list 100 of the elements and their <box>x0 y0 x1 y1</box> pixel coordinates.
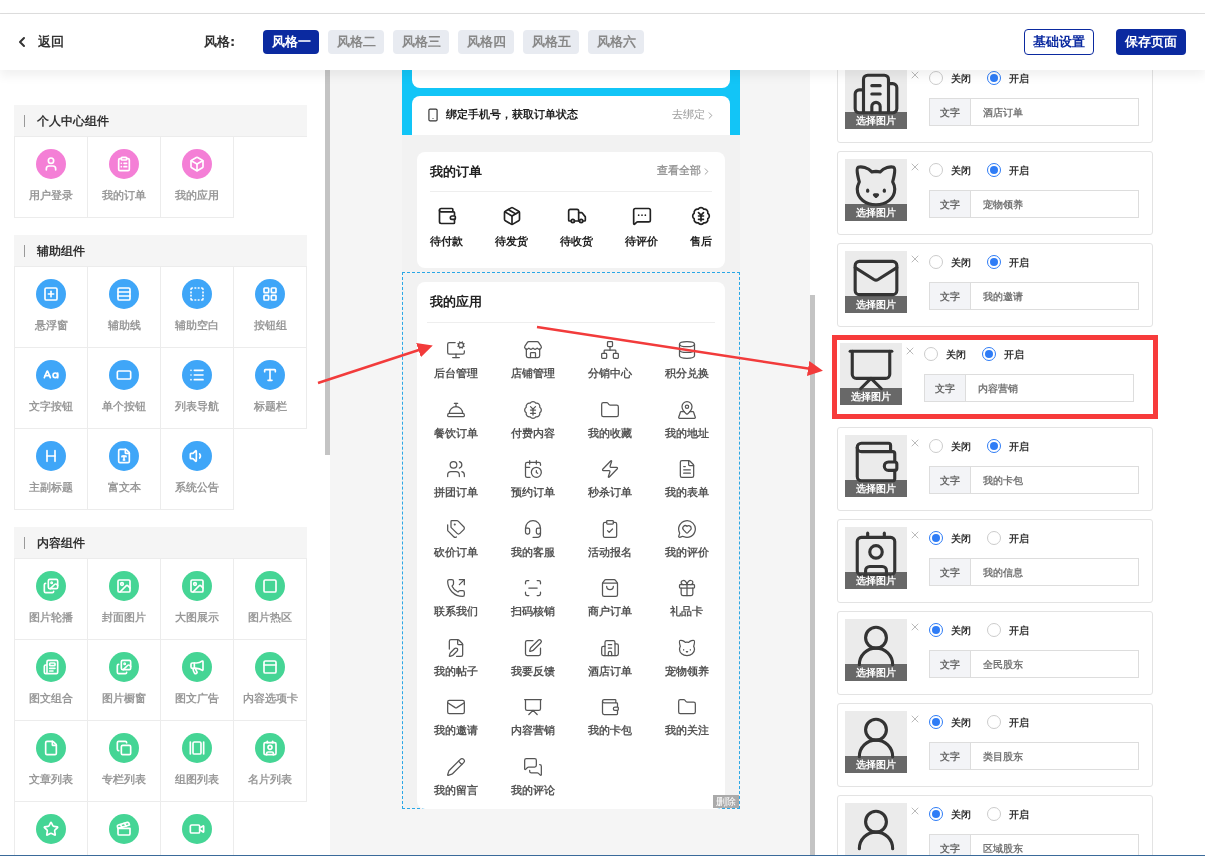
component-tile[interactable]: 专栏列表 <box>88 721 161 802</box>
app-label[interactable]: 我要反馈 <box>510 663 555 680</box>
component-tile[interactable]: 辅助线 <box>88 267 161 348</box>
app-label[interactable]: 礼品卡 <box>670 604 703 621</box>
text-field[interactable]: 文字 我的信息 <box>929 558 1139 586</box>
app-label[interactable]: 我的评价 <box>664 544 709 561</box>
component-tile[interactable]: 用户登录 <box>15 137 88 218</box>
app-label[interactable]: 秒杀订单 <box>587 485 632 502</box>
text-field[interactable]: 文字 内容营销 <box>924 374 1134 402</box>
component-tile[interactable]: 内容选项卡 <box>234 640 307 721</box>
image-picker[interactable]: 选择图片 <box>845 251 907 313</box>
app-label[interactable]: 内容营销 <box>510 723 555 740</box>
app-label[interactable]: 后台管理 <box>433 366 478 383</box>
component-tile[interactable]: 单个按钮 <box>88 348 161 429</box>
image-picker[interactable]: 选择图片 <box>845 619 907 681</box>
order-status-label[interactable]: 售后 <box>690 234 712 251</box>
app-label[interactable]: 我的卡包 <box>587 723 632 740</box>
style-tab[interactable]: 风格三 <box>393 30 450 54</box>
component-tile[interactable]: 文字按钮 <box>15 348 88 429</box>
bind-phone-bar[interactable]: 绑定手机号，获取订单状态 去绑定 <box>412 95 730 135</box>
apps-selection-frame[interactable]: 我的应用 后台管理 店铺管理 分销中心 积分兑换 餐饮订单 付费内容 我的收藏 我的地址 拼团订单 预约订单 秒杀订单 我的表单 砍价订单 我的客服 活动报名 我的评价 联系我们 扫码核销 商户订单 礼品卡 我的帖子 我要反馈 酒店订单 宠物领养 我的邀请 内容营销 我的卡包 我的关注 我的留言 我的评论 删除 <box>402 272 740 809</box>
component-tile[interactable]: 我的订单 <box>88 137 161 218</box>
component-tile[interactable]: 封面图片 <box>88 559 161 640</box>
app-label[interactable]: 我的留言 <box>433 782 478 799</box>
app-label[interactable]: 分销中心 <box>587 366 632 383</box>
app-label[interactable]: 砍价订单 <box>433 544 478 561</box>
component-tile[interactable]: 按钮组 <box>234 267 307 348</box>
app-label[interactable]: 积分兑换 <box>664 366 709 383</box>
app-label[interactable]: 拼团订单 <box>433 485 478 502</box>
app-label[interactable]: 店铺管理 <box>510 366 555 383</box>
text-field[interactable]: 文字 酒店订单 <box>929 98 1139 126</box>
app-label[interactable]: 我的帖子 <box>433 663 478 680</box>
order-status-label[interactable]: 待收货 <box>560 234 593 251</box>
app-label[interactable]: 扫码核销 <box>510 604 555 621</box>
app-label[interactable]: 联系我们 <box>433 604 478 621</box>
app-label[interactable]: 我的关注 <box>664 723 709 740</box>
field-label: 文字 <box>930 283 971 309</box>
image-picker[interactable]: 选择图片 <box>840 343 902 405</box>
component-tile[interactable]: 组图列表 <box>161 721 234 802</box>
app-label[interactable]: 我的表单 <box>664 485 709 502</box>
field-label: 文字 <box>925 375 966 401</box>
component-tile[interactable]: 文章列表 <box>15 721 88 802</box>
component-tile[interactable]: 名片列表 <box>234 721 307 802</box>
choose-image-label[interactable]: 选择图片 <box>845 572 907 589</box>
settings-button[interactable]: 基础设置 <box>1024 29 1094 55</box>
text-field[interactable]: 文字 全民股东 <box>929 650 1139 678</box>
order-status-label[interactable]: 待评价 <box>625 234 658 251</box>
component-tile[interactable]: 辅助空白 <box>161 267 234 348</box>
choose-image-label[interactable]: 选择图片 <box>845 664 907 681</box>
image-picker[interactable]: 选择图片 <box>845 435 907 497</box>
app-label[interactable]: 商户订单 <box>587 604 632 621</box>
component-tile[interactable]: 图片橱窗 <box>88 640 161 721</box>
image-picker[interactable]: 选择图片 <box>845 527 907 589</box>
app-label[interactable]: 宠物领养 <box>664 663 709 680</box>
image-picker[interactable]: 选择图片 <box>845 70 907 129</box>
component-tile[interactable]: 列表导航 <box>161 348 234 429</box>
app-label[interactable]: 活动报名 <box>587 544 632 561</box>
text-field[interactable]: 文字 宠物领养 <box>929 190 1139 218</box>
choose-image-label[interactable]: 选择图片 <box>845 756 907 773</box>
style-tab[interactable]: 风格六 <box>588 30 645 54</box>
style-tab[interactable]: 风格一 <box>263 30 320 54</box>
image-picker[interactable]: 选择图片 <box>845 159 907 221</box>
choose-image-label[interactable]: 选择图片 <box>845 204 907 221</box>
choose-image-label[interactable]: 选择图片 <box>845 112 907 129</box>
component-tile[interactable]: 富文本 <box>88 429 161 510</box>
style-tab[interactable]: 风格四 <box>458 30 515 54</box>
text-field[interactable]: 文字 我的卡包 <box>929 466 1139 494</box>
app-label[interactable]: 餐饮订单 <box>433 425 478 442</box>
app-label[interactable]: 我的邀请 <box>433 723 478 740</box>
app-label[interactable]: 我的客服 <box>510 544 555 561</box>
back-button[interactable]: 返回 <box>14 32 64 52</box>
style-tab[interactable]: 风格五 <box>523 30 580 54</box>
component-tile[interactable]: 主副标题 <box>15 429 88 510</box>
choose-image-label[interactable]: 选择图片 <box>845 296 907 313</box>
app-label[interactable]: 我的评论 <box>510 782 555 799</box>
order-status-label[interactable]: 待发货 <box>495 234 528 251</box>
component-tile[interactable]: 大图展示 <box>161 559 234 640</box>
choose-image-label[interactable]: 选择图片 <box>840 388 902 405</box>
component-tile[interactable]: 图文组合 <box>15 640 88 721</box>
app-label[interactable]: 预约订单 <box>510 485 555 502</box>
image-picker[interactable]: 选择图片 <box>845 711 907 773</box>
view-all-link[interactable]: 查看全部 <box>657 163 712 180</box>
app-label[interactable]: 我的地址 <box>664 425 709 442</box>
component-tile[interactable]: 标题栏 <box>234 348 307 429</box>
text-field[interactable]: 文字 类目股东 <box>929 742 1139 770</box>
save-button[interactable]: 保存页面 <box>1116 29 1186 55</box>
order-status-label[interactable]: 待付款 <box>430 234 463 251</box>
app-label[interactable]: 我的收藏 <box>587 425 632 442</box>
text-field[interactable]: 文字 我的邀请 <box>929 282 1139 310</box>
component-tile[interactable]: 我的应用 <box>161 137 234 218</box>
component-tile[interactable]: 悬浮窗 <box>15 267 88 348</box>
component-tile[interactable]: 图文广告 <box>161 640 234 721</box>
component-tile[interactable]: 图片热区 <box>234 559 307 640</box>
bind-link[interactable]: 去绑定 <box>672 107 716 124</box>
app-label[interactable]: 付费内容 <box>510 425 555 442</box>
choose-image-label[interactable]: 选择图片 <box>845 480 907 497</box>
component-tile[interactable]: 图片轮播 <box>15 559 88 640</box>
component-tile[interactable]: 系统公告 <box>161 429 234 510</box>
style-tab[interactable]: 风格二 <box>328 30 385 54</box>
app-label[interactable]: 酒店订单 <box>587 663 632 680</box>
